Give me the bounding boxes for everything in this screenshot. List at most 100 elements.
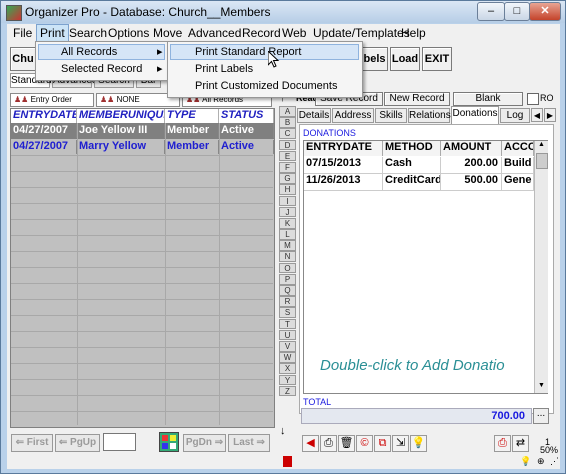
new-record-button[interactable]: New Record [384, 92, 450, 106]
menu-item-all-records[interactable]: All Records [61, 46, 117, 58]
donation-col-amount[interactable]: AMOUNT [441, 141, 502, 156]
export-icon[interactable]: ⇲ [392, 435, 409, 452]
minimize-button[interactable]: – [477, 2, 505, 21]
pgup-button[interactable]: ⇐ PgUp [55, 434, 100, 452]
table-row[interactable]: 04/27/2007 Marry Yellow Member Active [11, 139, 274, 155]
menu-item-print-standard-report[interactable]: Print Standard Report [195, 46, 301, 58]
church-button[interactable]: Chu [10, 47, 36, 71]
letter-index-x[interactable]: X [279, 363, 296, 374]
menu-update-templates[interactable]: Update/Templates [313, 26, 410, 40]
letter-index-e[interactable]: E [279, 150, 296, 162]
back-arrow-icon[interactable]: ◀ [302, 435, 319, 452]
letter-index-o[interactable]: O [279, 262, 296, 274]
donation-col-account[interactable]: ACCO [502, 141, 534, 156]
delete-icon[interactable]: 🗑 [338, 435, 355, 452]
maximize-button[interactable]: □ [504, 2, 530, 21]
exit-button[interactable]: EXIT [422, 47, 452, 71]
pgdn-button[interactable]: PgDn ⇒ [183, 434, 226, 452]
col-header-status[interactable]: STATUS [219, 109, 274, 123]
print-report-icon[interactable]: ⎙ [494, 435, 511, 452]
letter-index-u[interactable]: U [279, 329, 296, 341]
letter-index-r[interactable]: R [279, 296, 296, 307]
first-button[interactable]: ⇐ First [11, 434, 53, 452]
record-grid-icon[interactable] [159, 432, 179, 452]
page-input[interactable] [103, 433, 136, 451]
table-row[interactable]: 04/27/2007 Joe Yellow III Member Active [11, 123, 274, 139]
donations-scrollbar[interactable]: ▲ ▼ [534, 141, 548, 393]
donations-grid[interactable]: ENTRYDATE METHOD AMOUNT ACCO 07/15/2013 … [303, 140, 548, 394]
members-grid[interactable]: ENTRYDATE MEMBERUNIQUEN TYPE STATUS 04/2… [10, 108, 275, 428]
copy-icon[interactable]: © [356, 435, 373, 452]
letter-index-s[interactable]: S [279, 307, 296, 319]
letter-index-h[interactable]: H [279, 184, 296, 195]
zoom-icon[interactable]: ⊕ [537, 456, 545, 467]
letter-index-y[interactable]: Y [279, 374, 296, 386]
letter-index-t[interactable]: T [279, 318, 296, 330]
menu-item-print-customized-documents[interactable]: Print Customized Documents [195, 80, 337, 92]
blank-button[interactable]: Blank [453, 92, 523, 106]
last-button[interactable]: Last ⇒ [228, 434, 270, 452]
tab-log[interactable]: Log [500, 108, 530, 123]
sort-order-dropdown[interactable]: ♟♟ Entry Order [10, 93, 94, 107]
app-window: Organizer Pro - Database: Church__Member… [0, 0, 566, 474]
tab-skills[interactable]: Skills [375, 108, 407, 123]
print-icon[interactable]: ⎙ [320, 435, 337, 452]
menu-record[interactable]: Record [242, 26, 281, 40]
menu-search[interactable]: Search [69, 26, 107, 40]
duplicate-icon[interactable]: ⧉ [374, 435, 391, 452]
labels-button[interactable]: bels [361, 47, 388, 71]
col-header-memberunique[interactable]: MEMBERUNIQUEN [77, 109, 165, 123]
tab-scroll-right-icon[interactable]: ▶ [544, 108, 556, 122]
table-row[interactable]: 07/15/2013 Cash 200.00 Build [304, 157, 534, 174]
scroll-up-icon[interactable]: ▲ [535, 141, 548, 151]
letter-index-q[interactable]: Q [279, 285, 296, 296]
menu-item-print-labels[interactable]: Print Labels [195, 63, 253, 75]
tab-address[interactable]: Address [332, 108, 374, 123]
donation-col-entrydate[interactable]: ENTRYDATE [304, 141, 383, 156]
scroll-down-icon[interactable]: ▼ [535, 382, 548, 392]
resize-grip-icon[interactable]: ⋰ [550, 456, 559, 467]
letter-index-v[interactable]: V [279, 340, 296, 352]
menu-web[interactable]: Web [282, 26, 306, 40]
title-bar[interactable]: Organizer Pro - Database: Church__Member… [1, 1, 565, 23]
letter-index-f[interactable]: F [279, 161, 296, 173]
letter-index-j[interactable]: J [279, 206, 296, 218]
letter-index-z[interactable]: Z [279, 385, 296, 397]
tab-donations[interactable]: Donations [451, 106, 499, 124]
letter-index-g[interactable]: G [279, 173, 296, 184]
donation-account: Gene [502, 174, 534, 190]
col-header-type[interactable]: TYPE [165, 109, 219, 123]
col-header-entrydate[interactable]: ENTRYDATE [11, 109, 77, 123]
tab-scroll-left-icon[interactable]: ◀ [531, 108, 543, 122]
letter-index-a[interactable]: A [279, 106, 296, 117]
menu-options[interactable]: Options [108, 26, 149, 40]
tab-relations[interactable]: Relations [408, 108, 451, 123]
last-label: Last [233, 437, 254, 448]
letter-index-d[interactable]: D [279, 139, 296, 151]
menu-help[interactable]: Help [401, 26, 426, 40]
letter-index-w[interactable]: W [279, 352, 296, 363]
load-button[interactable]: Load [390, 47, 420, 71]
move-icon[interactable]: ⇄ [512, 435, 529, 452]
letter-index-p[interactable]: P [279, 273, 296, 285]
letter-index-n[interactable]: N [279, 251, 296, 263]
down-arrow-icon[interactable]: ↓ [280, 425, 286, 437]
donation-col-method[interactable]: METHOD [383, 141, 441, 156]
letter-index-b[interactable]: B [279, 117, 296, 128]
letter-index-c[interactable]: C [279, 128, 296, 140]
menu-file[interactable]: File [13, 26, 32, 40]
letter-index-l[interactable]: L [279, 229, 296, 240]
table-row[interactable]: 11/26/2013 CreditCard 500.00 Gene [304, 174, 534, 191]
tab-details[interactable]: Details [297, 108, 331, 123]
letter-index-k[interactable]: K [279, 217, 296, 229]
total-more-button[interactable]: ... [533, 408, 549, 424]
letter-index-i[interactable]: I [279, 195, 296, 207]
menu-move[interactable]: Move [153, 26, 182, 40]
scroll-thumb[interactable] [536, 153, 548, 169]
ro-checkbox[interactable] [527, 93, 539, 105]
menu-advanced[interactable]: Advanced [188, 26, 241, 40]
letter-index-m[interactable]: M [279, 240, 296, 251]
close-button[interactable]: ✕ [529, 2, 561, 21]
lightbulb-icon[interactable]: 💡 [410, 435, 427, 452]
menu-item-selected-record[interactable]: Selected Record [61, 63, 142, 75]
